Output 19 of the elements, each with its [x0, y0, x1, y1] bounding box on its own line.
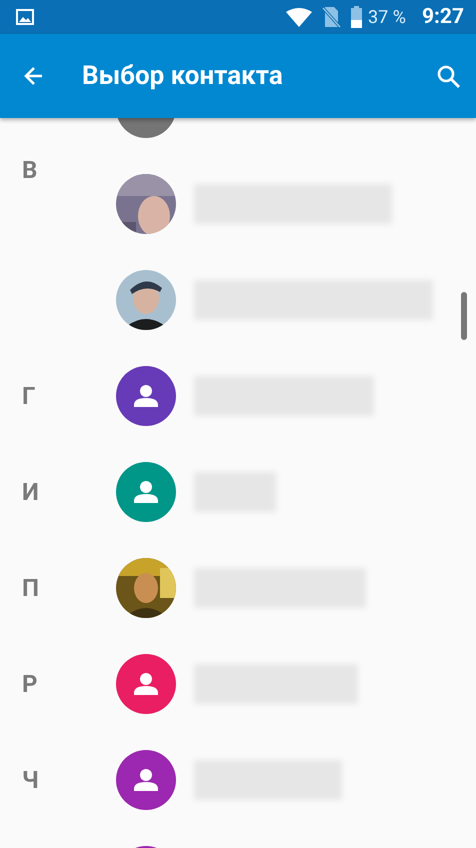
battery-icon: [351, 6, 362, 28]
section-letter: П: [22, 574, 39, 602]
person-icon: [134, 481, 158, 503]
section-letter: Р: [22, 670, 38, 698]
section-letter: Ч: [22, 766, 39, 794]
clock: 9:27: [422, 5, 464, 29]
section-letter: Г: [22, 382, 36, 410]
wifi-icon: [286, 8, 312, 26]
no-sim-icon: [322, 6, 342, 28]
screen-title: Выбор контакта: [82, 61, 284, 91]
person-icon: [134, 385, 158, 407]
image-icon: [16, 9, 34, 25]
person-icon: [134, 673, 158, 695]
battery-percent: 37 %: [368, 6, 406, 28]
scrollbar-thumb: [461, 292, 467, 340]
person-icon: [134, 769, 158, 791]
section-letter: В: [22, 156, 38, 184]
search-icon: [436, 64, 460, 88]
section-letter: И: [22, 478, 39, 506]
